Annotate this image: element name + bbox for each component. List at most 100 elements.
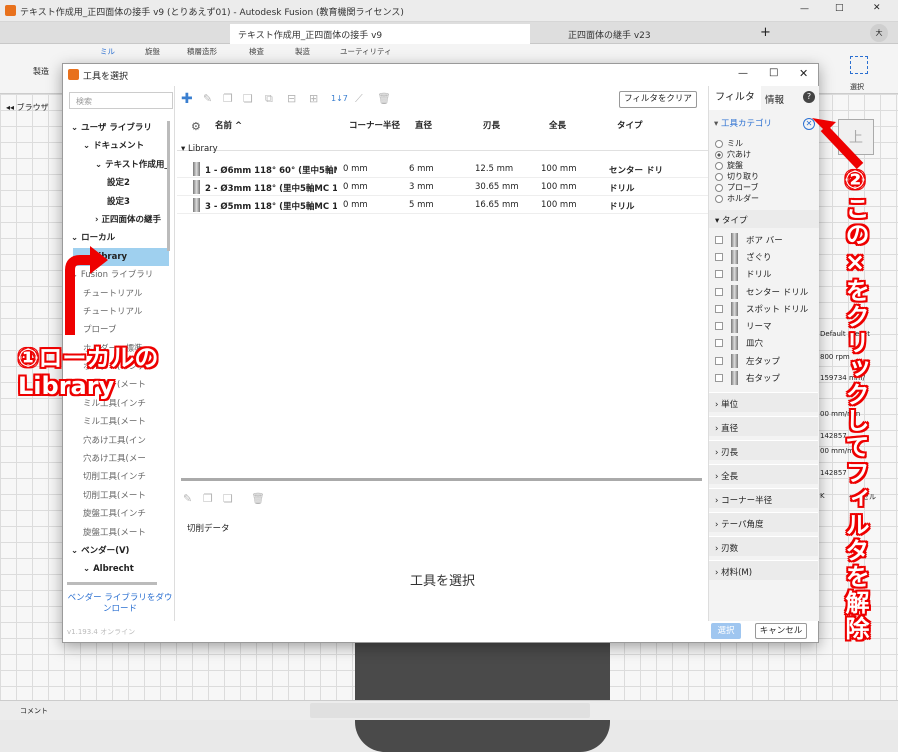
tree-item[interactable]: 穴あけ工具(イン (63, 432, 169, 450)
window-close-icon[interactable]: ✕ (873, 3, 881, 13)
category-radio[interactable] (715, 139, 723, 148)
category-radio[interactable] (715, 183, 723, 192)
type-header[interactable]: ▾ タイプ (709, 210, 819, 228)
type-checkbox[interactable] (715, 287, 723, 296)
type-option[interactable]: 左タップ (715, 352, 815, 369)
ribbon-tab-utility[interactable]: ユーティリティ (340, 46, 392, 57)
filter-section[interactable]: › 刃数 (709, 536, 818, 556)
dialog-close-icon[interactable]: ✕ (799, 67, 808, 80)
help-icon[interactable]: ? (803, 91, 815, 103)
tree-item[interactable]: 設定2 (63, 174, 169, 192)
category-radio[interactable] (715, 150, 723, 159)
navigation-toolbar[interactable] (310, 703, 590, 718)
tool-settings-icon[interactable]: ⟋ (355, 91, 363, 107)
window-maximize-icon[interactable]: □ (835, 3, 844, 13)
type-checkbox[interactable] (715, 304, 723, 313)
category-option[interactable]: プローブ (715, 182, 815, 193)
type-option[interactable]: ボア バー (715, 231, 815, 248)
filter-section[interactable]: › 刃長 (709, 440, 818, 460)
tree-scrollbar[interactable] (167, 121, 170, 251)
tree-item[interactable]: ⌄ ドキュメント (63, 137, 169, 155)
category-option[interactable]: ホルダー (715, 193, 815, 204)
select-label[interactable]: 選択 (850, 82, 864, 92)
table-row[interactable]: 2 - Ø3mm 118° (里中5軸MC 1 0 mm 3 mm 30.65 mm 1… (177, 178, 708, 196)
add-tool-icon[interactable]: ✚ (181, 91, 193, 107)
cancel-button[interactable]: キャンセル (755, 623, 807, 639)
tree-item[interactable]: 切削工具(インチ (63, 468, 169, 486)
edit-data-icon[interactable]: ✎ (183, 491, 192, 507)
category-option[interactable]: ミル (715, 138, 815, 149)
type-checkbox[interactable] (715, 252, 723, 261)
chevron-down-icon[interactable]: ⌄ (95, 160, 105, 170)
table-row[interactable]: 3 - Ø5mm 118° (里中5軸MC 1 0 mm 5 mm 16.65 mm 1… (177, 196, 708, 214)
select-button[interactable]: 選択 (711, 623, 741, 639)
col-flute-length[interactable]: 刃長 (483, 119, 500, 131)
new-tab-icon[interactable]: + (760, 25, 771, 40)
user-avatar[interactable]: 大 (870, 24, 888, 42)
type-option[interactable]: リーマ (715, 317, 815, 334)
category-radio[interactable] (715, 194, 723, 203)
type-checkbox[interactable] (715, 374, 723, 383)
ribbon-tab-additive[interactable]: 積層造形 (187, 46, 217, 57)
category-option[interactable]: 切り取り (715, 171, 815, 182)
table-hscrollbar[interactable] (181, 478, 702, 481)
type-option[interactable]: ざぐり (715, 248, 815, 265)
filter-section[interactable]: › コーナー半径 (709, 488, 818, 508)
ribbon-tab-fabricate[interactable]: 製造 (295, 46, 310, 57)
category-radio[interactable] (715, 172, 723, 181)
select-icon[interactable] (850, 56, 868, 74)
tree-item[interactable]: › 正四面体の継手 (63, 211, 169, 229)
tab-info[interactable]: 情報 (765, 92, 784, 106)
chevron-down-icon[interactable]: ⌄ (83, 564, 93, 574)
filter-section[interactable]: › 材料(M) (709, 560, 818, 580)
filter-section[interactable]: › 単位 (709, 392, 818, 412)
col-type[interactable]: タイプ (617, 119, 643, 131)
type-option[interactable]: 右タップ (715, 369, 815, 386)
dialog-maximize-icon[interactable]: □ (769, 67, 778, 78)
ribbon-tab-inspect[interactable]: 検査 (249, 46, 264, 57)
filter-section[interactable]: › 全長 (709, 464, 818, 484)
tree-hscrollbar[interactable] (67, 582, 157, 585)
tree-item[interactable]: 穴あけ工具(メー (63, 450, 169, 468)
col-corner-radius[interactable]: コーナー半径 (349, 119, 400, 131)
duplicate-tool-icon[interactable]: ⧉ (265, 91, 273, 107)
category-option[interactable]: 穴あけ (715, 149, 815, 160)
col-overall-length[interactable]: 全長 (549, 119, 566, 131)
ribbon-tab-lathe[interactable]: 旋盤 (145, 46, 160, 57)
edit-tool-icon[interactable]: ✎ (203, 91, 212, 107)
type-option[interactable]: スポット ドリル (715, 300, 815, 317)
workspace-dropdown[interactable]: 製造 (33, 66, 49, 77)
window-minimize-icon[interactable]: — (800, 4, 809, 14)
delete-tool-icon[interactable]: 🗑 (377, 91, 391, 107)
category-radio[interactable] (715, 161, 723, 170)
table-row[interactable]: 1 - Ø6mm 118° 60° (里中5軸MC 0 mm 6 mm 12.5 mm… (177, 160, 708, 178)
tree-item[interactable]: 切削工具(メート (63, 487, 169, 505)
type-option[interactable]: 皿穴 (715, 335, 815, 352)
type-option[interactable]: センター ドリル (715, 283, 815, 300)
tree-item[interactable]: 設定3 (63, 193, 169, 211)
holder-tool-icon[interactable]: ⊟ (287, 91, 296, 107)
copy-tool-icon[interactable]: ❐ (223, 91, 233, 107)
group-header[interactable]: ▾ Library (177, 144, 708, 158)
col-name[interactable]: 名前 ^ (215, 119, 242, 131)
type-checkbox[interactable] (715, 339, 723, 348)
tree-item[interactable]: ⌄ ユーザ ライブラリ (63, 119, 169, 137)
type-checkbox[interactable] (715, 356, 723, 365)
type-checkbox[interactable] (715, 322, 723, 331)
filter-section[interactable]: › 直径 (709, 416, 818, 436)
chevron-down-icon[interactable]: ⌄ (83, 141, 93, 151)
renumber-tool-icon[interactable]: 1↓7 (331, 91, 348, 107)
type-option[interactable]: ドリル (715, 266, 815, 283)
ribbon-tab-mill[interactable]: ミル (100, 46, 115, 57)
doc-tab-active[interactable]: テキスト作成用_正四面体の接手 v9 (230, 24, 530, 44)
delete-data-icon[interactable]: 🗑 (251, 491, 265, 507)
type-checkbox[interactable] (715, 235, 723, 244)
tree-item[interactable]: ⌄ テキスト作成用_ (63, 156, 169, 174)
tree-item[interactable]: ⌄ Albrecht (63, 560, 169, 578)
chevron-down-icon[interactable]: ⌄ (71, 546, 81, 556)
filter-section[interactable]: › テーパ角度 (709, 512, 818, 532)
col-diameter[interactable]: 直径 (415, 119, 432, 131)
dialog-minimize-icon[interactable]: — (738, 68, 748, 79)
clear-filter-button[interactable]: フィルタをクリア (619, 91, 697, 108)
tree-item[interactable]: 旋盤工具(インチ (63, 505, 169, 523)
